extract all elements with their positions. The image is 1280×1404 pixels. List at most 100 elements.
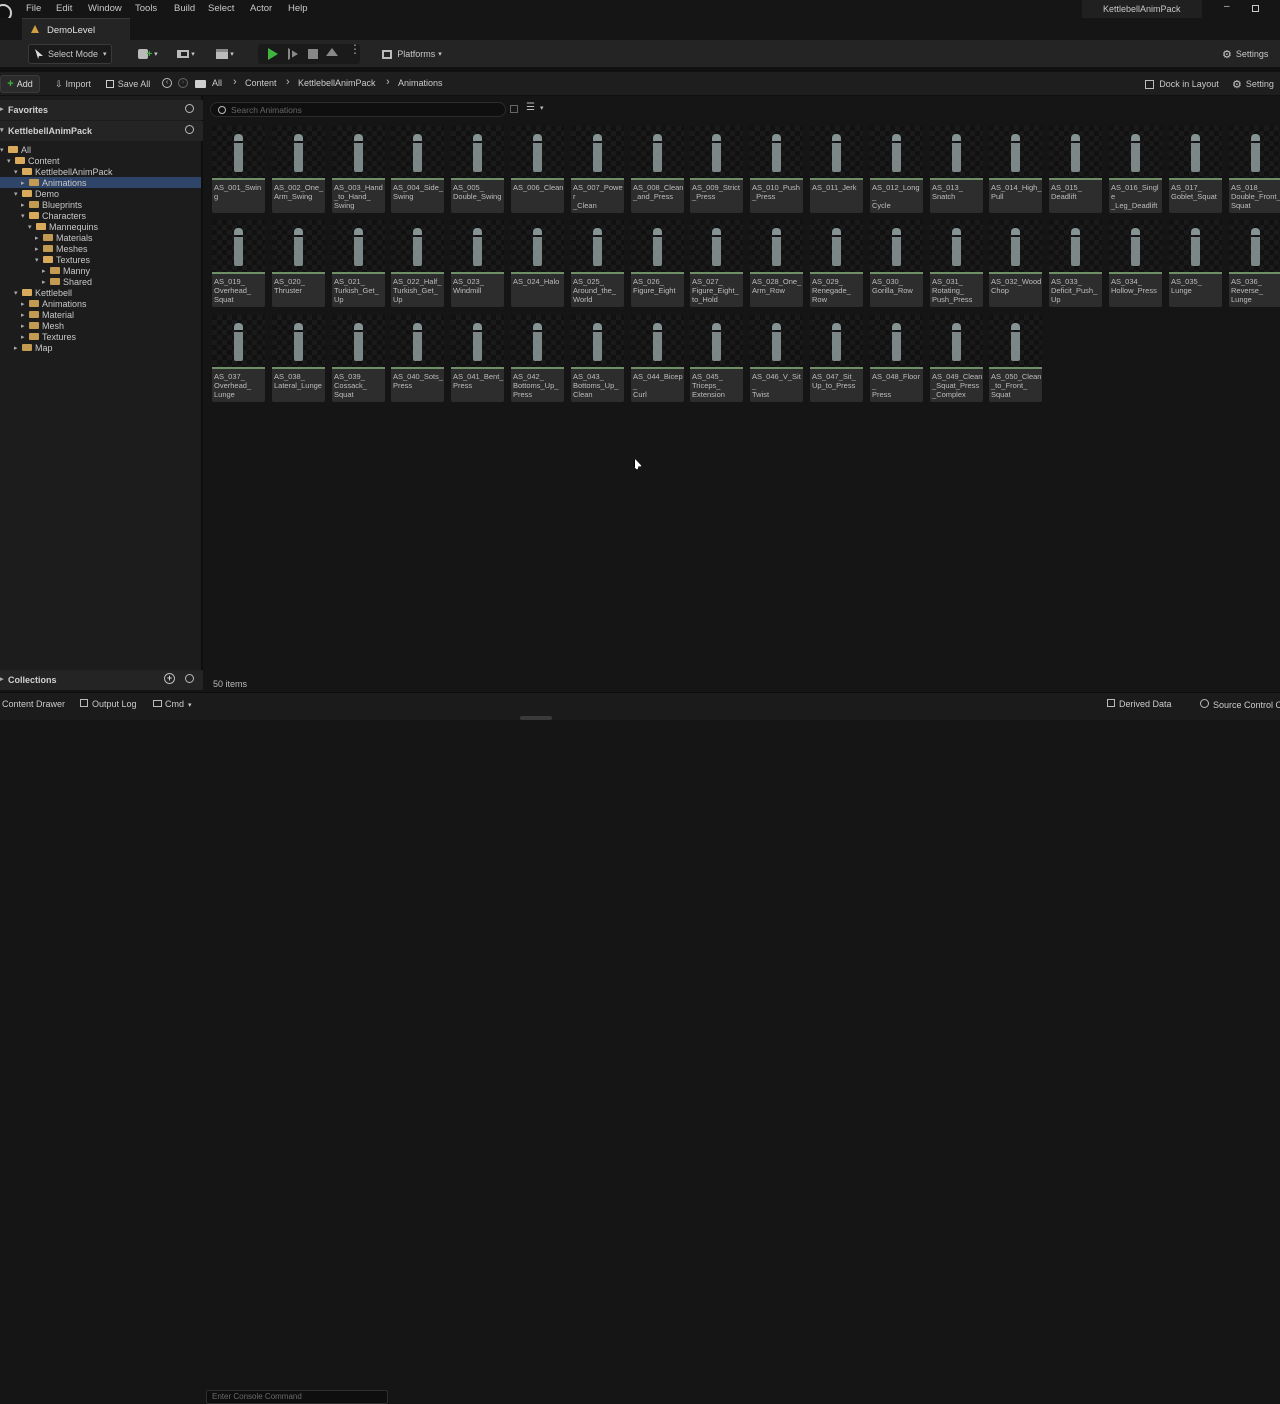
add-collection-icon[interactable]: + xyxy=(164,673,175,684)
derived-data-button[interactable]: Derived Data xyxy=(1107,699,1172,709)
menu-help[interactable]: Help xyxy=(288,3,308,14)
collapse-arrow-icon[interactable]: ▸ xyxy=(21,311,29,319)
collapse-arrow-icon[interactable]: ▸ xyxy=(14,344,22,352)
asset-tile[interactable]: AS_050_Clean _to_Front_ Squat xyxy=(989,315,1042,402)
tree-item[interactable]: ▸ Shared xyxy=(0,276,201,287)
asset-tile[interactable]: AS_018_ Double_Front_ Squat xyxy=(1229,126,1280,213)
scroll-handle[interactable] xyxy=(520,716,552,720)
asset-tile[interactable]: AS_006_Clean xyxy=(511,126,564,213)
import-button[interactable]: ⇩ Import xyxy=(50,75,96,93)
asset-tile[interactable]: AS_019_ Overhead_ Squat xyxy=(212,220,265,307)
tree-item[interactable]: ▸ Meshes xyxy=(0,243,201,254)
tree-item[interactable]: ▾ KettlebellAnimPack xyxy=(0,166,201,177)
filter-icon[interactable]: ☰ xyxy=(526,102,535,113)
expand-arrow-icon[interactable]: ▾ xyxy=(14,190,22,198)
asset-tile[interactable]: AS_023_ Windmill xyxy=(451,220,504,307)
tree-item[interactable]: ▸ Mesh xyxy=(0,320,201,331)
asset-tile[interactable]: AS_031_ Rotating_ Push_Press xyxy=(930,220,983,307)
asset-tile[interactable]: AS_027_ Figure_Eight_ to_Hold xyxy=(690,220,743,307)
collapse-arrow-icon[interactable]: ▸ xyxy=(42,267,50,275)
collapse-arrow-icon[interactable]: ▸ xyxy=(21,179,29,187)
folder-icon[interactable] xyxy=(195,80,206,88)
collections-header[interactable]: ▸ Collections + xyxy=(0,670,203,690)
asset-tile[interactable]: AS_040_Sots_ Press xyxy=(391,315,444,402)
asset-tile[interactable]: AS_014_High_ Pull xyxy=(989,126,1042,213)
asset-tile[interactable]: AS_034_ Hollow_Press xyxy=(1109,220,1162,307)
asset-tile[interactable]: AS_013_ Snatch xyxy=(930,126,983,213)
cmd-dropdown[interactable]: Cmd ▾ xyxy=(153,699,192,709)
eject-icon[interactable] xyxy=(326,48,338,56)
console-command-input[interactable]: Enter Console Command xyxy=(206,1390,388,1404)
collapse-arrow-icon[interactable]: ▸ xyxy=(21,201,29,209)
search-icon[interactable] xyxy=(185,104,194,113)
expand-arrow-icon[interactable]: ▾ xyxy=(7,157,15,165)
tree-item[interactable]: ▾ Content xyxy=(0,155,201,166)
add-button[interactable]: + Add xyxy=(0,75,40,93)
source-control-button[interactable]: Source Control O xyxy=(1200,699,1280,710)
play-icon[interactable] xyxy=(268,48,278,60)
dock-in-layout-button[interactable]: Dock in Layout xyxy=(1140,75,1224,93)
breadcrumb-item[interactable]: KettlebellAnimPack xyxy=(298,78,376,88)
content-drawer-button[interactable]: Content Drawer xyxy=(2,699,65,709)
expand-arrow-icon[interactable]: ▾ xyxy=(14,289,22,297)
search-input[interactable]: Search Animations xyxy=(210,102,506,117)
tree-item[interactable]: ▸ Animations xyxy=(0,298,201,309)
asset-tile[interactable]: AS_049_Clean _Squat_Press _Complex xyxy=(930,315,983,402)
collapse-arrow-icon[interactable]: ▸ xyxy=(35,245,43,253)
expand-arrow-icon[interactable]: ▾ xyxy=(14,168,22,176)
asset-tile[interactable]: AS_016_Single _Leg_Deadlift xyxy=(1109,126,1162,213)
chevron-down-icon[interactable]: ▾ xyxy=(540,104,544,112)
expand-arrow-icon[interactable]: ▾ xyxy=(28,223,36,231)
asset-tile[interactable]: AS_041_Bent_ Press xyxy=(451,315,504,402)
asset-tile[interactable]: AS_012_Long_ Cycle xyxy=(870,126,923,213)
tree-item[interactable]: ▾ Mannequins xyxy=(0,221,201,232)
asset-tile[interactable]: AS_020_ Thruster xyxy=(272,220,325,307)
menu-build[interactable]: Build xyxy=(174,3,195,14)
menu-select[interactable]: Select xyxy=(208,3,234,14)
tree-item[interactable]: ▾ Textures xyxy=(0,254,201,265)
asset-tile[interactable]: AS_003_Hand _to_Hand_ Swing xyxy=(332,126,385,213)
breadcrumb-item[interactable]: All xyxy=(212,78,222,88)
add-actor-button[interactable]: + ▾ xyxy=(134,44,162,64)
asset-tile[interactable]: AS_028_One_ Arm_Row xyxy=(750,220,803,307)
asset-tile[interactable]: AS_010_Push _Press xyxy=(750,126,803,213)
collapse-arrow-icon[interactable]: ▸ xyxy=(42,278,50,286)
maximize-button[interactable] xyxy=(1252,5,1259,12)
asset-tile[interactable]: AS_036_ Reverse_ Lunge xyxy=(1229,220,1280,307)
output-log-button[interactable]: Output Log xyxy=(80,699,137,709)
cinematics-button[interactable]: ▾ xyxy=(210,44,240,64)
asset-tile[interactable]: AS_004_Side_ Swing xyxy=(391,126,444,213)
menu-actor[interactable]: Actor xyxy=(250,3,272,14)
tree-item[interactable]: ▸ Blueprints xyxy=(0,199,201,210)
asset-tile[interactable]: AS_005_ Double_Swing xyxy=(451,126,504,213)
asset-tile[interactable]: AS_035_ Lunge xyxy=(1169,220,1222,307)
cb-settings-button[interactable]: ⚙ Setting xyxy=(1232,75,1280,93)
tree-item[interactable]: ▸ Textures xyxy=(0,331,201,342)
asset-tile[interactable]: AS_008_Clean _and_Press xyxy=(631,126,684,213)
asset-tile[interactable]: AS_017_ Goblet_Squat xyxy=(1169,126,1222,213)
asset-tile[interactable]: AS_044_Bicep_ Curl xyxy=(631,315,684,402)
blueprint-button[interactable]: ▾ xyxy=(172,44,200,64)
select-mode-button[interactable]: Select Mode ▾ xyxy=(28,44,112,64)
collapse-arrow-icon[interactable]: ▸ xyxy=(21,322,29,330)
asset-tile[interactable]: AS_007_Power _Clean xyxy=(571,126,624,213)
menu-edit[interactable]: Edit xyxy=(56,3,72,14)
play-options-icon[interactable]: ⋮ xyxy=(349,43,361,55)
minimize-button[interactable]: – xyxy=(1224,1,1230,12)
collapse-arrow-icon[interactable]: ▸ xyxy=(35,234,43,242)
collapse-arrow-icon[interactable]: ▸ xyxy=(21,333,29,341)
breadcrumb-item[interactable]: Animations xyxy=(398,78,443,88)
asset-tile[interactable]: AS_048_Floor_ Press xyxy=(870,315,923,402)
asset-tile[interactable]: AS_038_ Lateral_Lunge xyxy=(272,315,325,402)
breadcrumb-item[interactable]: Content xyxy=(245,78,277,88)
tree-item[interactable]: ▸ Map xyxy=(0,342,201,353)
history-forward-icon[interactable]: › xyxy=(178,78,188,88)
asset-tile[interactable]: AS_029_ Renegade_ Row xyxy=(810,220,863,307)
asset-tile[interactable]: AS_045_ Triceps_ Extension xyxy=(690,315,743,402)
tab-demolevel[interactable]: DemoLevel xyxy=(22,18,130,40)
asset-tile[interactable]: AS_037_ Overhead_ Lunge xyxy=(212,315,265,402)
project-header[interactable]: ▾ KettlebellAnimPack xyxy=(0,121,203,141)
tree-item[interactable]: ▾ Demo xyxy=(0,188,201,199)
save-all-button[interactable]: Save All xyxy=(102,75,154,93)
menu-window[interactable]: Window xyxy=(88,3,122,14)
